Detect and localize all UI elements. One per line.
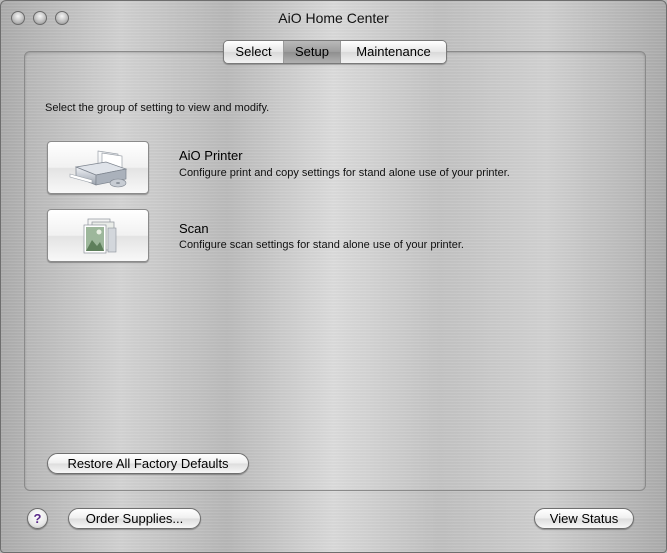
restore-factory-defaults-button[interactable]: Restore All Factory Defaults <box>47 453 249 474</box>
window: AiO Home Center Select Setup Maintenance… <box>0 0 667 553</box>
printer-icon <box>69 150 128 188</box>
scan-button[interactable] <box>47 209 149 262</box>
help-icon: ? <box>33 511 42 526</box>
scan-title: Scan <box>179 221 209 236</box>
aio-printer-description: Configure print and copy settings for st… <box>179 167 510 179</box>
tab-setup[interactable]: Setup <box>284 41 341 63</box>
tab-bar: Select Setup Maintenance <box>223 40 447 64</box>
instruction-text: Select the group of setting to view and … <box>45 102 270 114</box>
scan-icon <box>83 218 117 254</box>
order-supplies-button[interactable]: Order Supplies... <box>68 508 201 529</box>
aio-printer-button[interactable] <box>47 141 149 194</box>
view-status-button[interactable]: View Status <box>534 508 634 529</box>
scan-description: Configure scan settings for stand alone … <box>179 239 464 251</box>
aio-printer-title: AiO Printer <box>179 148 243 163</box>
tab-maintenance[interactable]: Maintenance <box>341 41 446 63</box>
title-bar[interactable]: AiO Home Center <box>1 1 666 35</box>
tab-select[interactable]: Select <box>224 41 284 63</box>
window-title: AiO Home Center <box>278 10 389 26</box>
content-panel <box>24 51 646 491</box>
help-button[interactable]: ? <box>27 508 48 529</box>
